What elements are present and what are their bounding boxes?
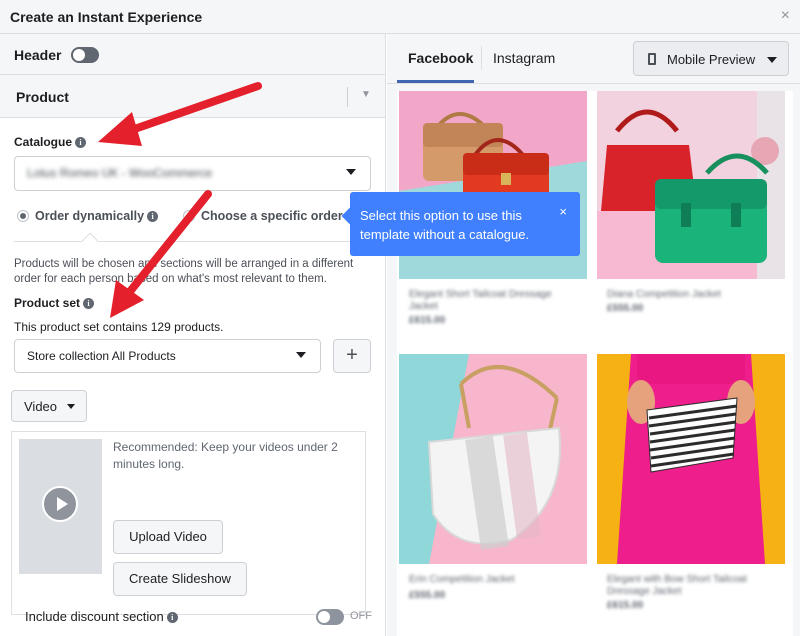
divider	[14, 241, 364, 242]
discount-toggle[interactable]	[316, 609, 344, 625]
close-icon[interactable]: ×	[559, 202, 567, 221]
product-label: Product	[16, 89, 69, 105]
catalogue-tooltip: Select this option to use this template …	[341, 192, 580, 256]
info-icon[interactable]: i	[166, 612, 178, 623]
divider	[481, 46, 482, 70]
tab-facebook[interactable]: Facebook	[408, 50, 473, 66]
product-price: £615.00	[409, 315, 446, 326]
product-section-header[interactable]: Product ▼	[0, 75, 385, 118]
play-icon[interactable]	[42, 486, 78, 522]
product-price: £555.00	[607, 303, 644, 314]
active-tab-indicator	[397, 80, 474, 83]
mobile-preview-dropdown[interactable]: Mobile Preview	[633, 41, 789, 76]
discount-label: Include discount section i	[25, 609, 178, 624]
create-slideshow-button[interactable]: Create Slideshow	[113, 562, 247, 596]
media-type-dropdown[interactable]: Video	[11, 390, 87, 422]
info-icon[interactable]: i	[147, 211, 159, 222]
product-name: Elegant with Bow Short Tailcoat Dressage…	[607, 574, 747, 597]
order-dynamic-radio[interactable]	[17, 210, 29, 222]
discount-state: OFF	[350, 610, 372, 622]
platform-tabs: Facebook Instagram Mobile Preview	[387, 34, 800, 84]
dropdown-arrow-icon	[67, 404, 75, 409]
video-recommendation: Recommended: Keep your videos under 2 mi…	[113, 440, 338, 471]
media-type-label: Video	[24, 399, 58, 414]
dialog-titlebar: Create an Instant Experience ×	[0, 0, 800, 34]
dialog-title: Create an Instant Experience	[10, 9, 203, 25]
product-price: £615.00	[607, 600, 644, 611]
close-icon[interactable]: ×	[781, 7, 790, 25]
video-upload-box: Recommended: Keep your videos under 2 mi…	[11, 431, 366, 615]
chevron-down-icon[interactable]: ▼	[361, 89, 371, 100]
dropdown-arrow-icon	[346, 169, 356, 175]
tooltip-text: Select this option to use this template …	[360, 208, 530, 242]
product-image	[597, 354, 785, 564]
product-image	[399, 354, 587, 564]
dropdown-arrow-icon	[296, 352, 306, 358]
order-specific-radio[interactable]	[183, 210, 195, 222]
selection-notch	[81, 232, 99, 250]
product-count-text: This product set contains 129 products.	[14, 320, 224, 334]
mobile-phone-icon	[648, 53, 656, 65]
product-name: Elegant Short Tailcoat Dressage Jacket	[409, 289, 552, 312]
product-price: £555.00	[409, 590, 446, 601]
preview-label: Mobile Preview	[667, 52, 756, 67]
dropdown-arrow-icon	[767, 57, 777, 63]
catalogue-label-text: Catalogue	[14, 135, 73, 149]
toggle-knob	[73, 49, 85, 61]
info-icon[interactable]: i	[83, 298, 95, 309]
mobile-preview-frame: Elegant Short Tailcoat Dressage Jacket £…	[397, 91, 793, 636]
product-set-label: Product set i	[14, 296, 95, 310]
order-description: Products will be chosen and sections wil…	[14, 258, 354, 285]
product-set-select[interactable]: Store collection All Products	[14, 339, 321, 373]
product-set-label-text: Product set	[14, 296, 81, 310]
order-dynamic-label[interactable]: Order dynamically i	[35, 209, 159, 223]
catalogue-select[interactable]: Lotus Romeo UK - WooCommerce	[14, 156, 371, 191]
order-dynamic-text: Order dynamically	[35, 209, 145, 223]
header-toggle[interactable]	[71, 47, 99, 63]
add-product-set-button[interactable]: +	[333, 339, 371, 373]
header-label: Header	[14, 47, 62, 63]
tab-instagram[interactable]: Instagram	[493, 50, 555, 66]
product-name: Erin Competition Jacket	[409, 574, 515, 585]
discount-label-text: Include discount section	[25, 609, 164, 624]
product-name: Diana Competition Jacket	[607, 289, 721, 300]
video-thumbnail	[19, 439, 102, 574]
order-specific-label[interactable]: Choose a specific order	[201, 209, 343, 223]
divider	[347, 87, 348, 107]
product-image	[597, 91, 785, 279]
catalogue-label: Catalogue i	[14, 135, 87, 149]
info-icon[interactable]: i	[75, 137, 87, 148]
settings-panel: Header Product ▼ Catalogue i Lotus Romeo …	[0, 34, 386, 636]
catalogue-value: Lotus Romeo UK - WooCommerce	[27, 166, 213, 180]
header-section: Header	[0, 34, 385, 75]
preview-panel: Facebook Instagram Mobile Preview Elegan…	[387, 34, 800, 636]
product-set-value: Store collection All Products	[27, 349, 176, 363]
toggle-knob	[318, 611, 330, 623]
upload-video-button[interactable]: Upload Video	[113, 520, 223, 554]
